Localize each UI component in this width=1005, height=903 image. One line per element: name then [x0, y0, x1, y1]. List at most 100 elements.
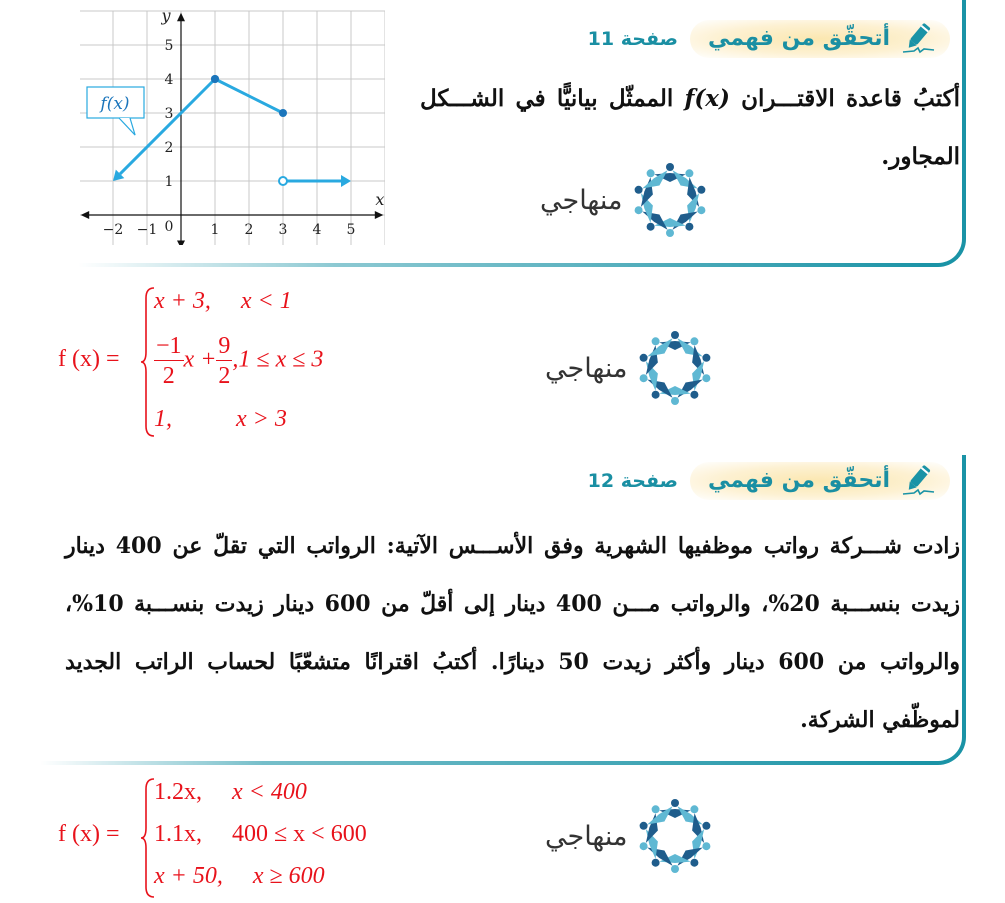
y-axis-label: y — [160, 10, 171, 25]
logo-figure-head — [652, 390, 661, 399]
logo-figure-body — [647, 338, 674, 357]
closed-point — [279, 109, 287, 117]
logo-figure-body — [642, 170, 669, 189]
row-condition: 400 ≤ x < 600 — [232, 821, 367, 847]
y-tick-label: 1 — [165, 174, 174, 190]
question1-header: أتحقّق من فهمي صفحة 11 — [588, 20, 950, 58]
answer1-row-2: −1 2 x +9 2,1 ≤ x ≤ 3 — [154, 334, 323, 388]
logo-figure-head — [652, 337, 661, 346]
question2-text: زادت شـــركة رواتب موظفيها الشهرية وفق ا… — [65, 533, 961, 733]
origin-label: 0 — [165, 219, 174, 235]
logo-figure-head — [702, 374, 711, 383]
row-expression: 1.1x, — [154, 821, 202, 847]
row-expression: x + — [183, 346, 217, 373]
row-condition: x < 1 — [240, 288, 292, 314]
logo-figure-body — [647, 806, 674, 825]
answer2-row-2: 1.1x, 400 ≤ x < 600 — [154, 821, 367, 848]
row-expression: x + 3, — [154, 288, 211, 314]
question1-text-part1: أكتبُ قاعدة الاقتـــران — [729, 85, 960, 112]
logo-figure-head — [702, 821, 711, 830]
x-axis-arrow-icon — [374, 211, 384, 219]
logo-figure-body — [647, 847, 674, 866]
answer2-row-3: x + 50, x ≥ 600 — [154, 863, 325, 890]
logo-figure-head — [652, 858, 661, 867]
answer1-row-1: x + 3, x < 1 — [154, 288, 292, 315]
x-axis-arrow-icon — [80, 211, 90, 219]
pencil-icon — [902, 23, 935, 54]
logo-figure-head — [635, 185, 644, 194]
logo-figure-body — [672, 211, 699, 230]
y-tick-label: 4 — [165, 72, 174, 88]
question1-badge: أتحقّق من فهمي — [690, 20, 950, 58]
logo: منهاجي — [545, 796, 715, 876]
x-axis-label: x — [375, 190, 384, 209]
logo-figure-head — [690, 805, 699, 814]
y-axis-arrow-icon — [177, 12, 185, 22]
logo-figure-head — [666, 163, 675, 171]
logo-figure-head — [702, 353, 711, 362]
question2-header: أتحقّق من فهمي صفحة 12 — [588, 462, 950, 500]
question1-frame-corner — [930, 232, 966, 267]
question2-frame-bottom — [40, 761, 935, 765]
logo-figure-head — [640, 374, 649, 383]
logo-figure-head — [671, 799, 680, 807]
answer1-lhs-text: f (x) = — [58, 346, 120, 372]
logo-figure-head — [671, 331, 680, 339]
logo-figure-head — [685, 169, 694, 178]
logo-icon — [635, 163, 706, 237]
pencil-icon — [902, 465, 935, 496]
row-condition: x ≥ 600 — [252, 863, 325, 889]
logo-figure-body — [672, 170, 699, 189]
row-expression: 1, — [154, 406, 172, 432]
logo-figure-body — [677, 338, 704, 357]
logo: منهاجي — [545, 328, 715, 408]
arrow-head-icon — [341, 175, 351, 187]
logo-figure-head — [671, 865, 680, 873]
logo-icon — [640, 799, 711, 873]
logo-figure-head — [647, 222, 656, 231]
row-condition: ,1 ≤ x ≤ 3 — [232, 346, 324, 373]
logo-figure-head — [690, 390, 699, 399]
logo-figure-head — [647, 169, 656, 178]
answer1-formula: f (x) = x + 3, x < 1 −1 2 x +9 2,1 ≤ x ≤ 3 … — [58, 284, 378, 444]
logo-figure-head — [640, 821, 649, 830]
answer2-lhs-text: f (x) = — [58, 821, 120, 847]
logo-figure-head — [666, 229, 675, 237]
badge-label: أتحقّق من فهمي — [708, 25, 890, 51]
open-point — [278, 176, 288, 186]
x-tick-label: 4 — [313, 222, 322, 238]
closed-point — [211, 75, 219, 83]
logo-figure-head — [635, 206, 644, 215]
logo-figure-head — [697, 206, 706, 215]
callout-pointer — [118, 117, 136, 136]
logo-figure-body — [677, 847, 704, 866]
fraction-denominator: 2 — [162, 363, 175, 389]
y-tick-label: 5 — [165, 38, 174, 54]
callout-label: f(x) — [98, 94, 129, 114]
y-tick-label: 3 — [165, 106, 174, 122]
logo-figure-body — [647, 379, 674, 398]
y-tick-label: 2 — [165, 140, 174, 156]
question2-frame-side — [962, 455, 966, 735]
x-tick-label: 3 — [279, 222, 288, 238]
logo-icon — [640, 331, 711, 405]
logo-text: منهاجي — [545, 820, 628, 852]
fraction-numerator: 9 — [216, 333, 233, 361]
question1-frame-side — [962, 0, 966, 236]
fraction: −1 2 — [154, 334, 184, 388]
logo-figure-head — [671, 397, 680, 405]
answer1-row-3: 1, x > 3 — [154, 406, 287, 433]
x-tick-label: −2 — [103, 222, 124, 238]
x-tick-label: 2 — [245, 222, 254, 238]
x-tick-label: 5 — [347, 222, 356, 238]
answer1-lhs: f (x) = — [58, 346, 120, 373]
function-variable: f(x) — [684, 85, 730, 112]
fraction-numerator: −1 — [154, 333, 184, 361]
question2-badge: أتحقّق من فهمي — [690, 462, 950, 500]
fraction-denominator: 2 — [218, 363, 231, 389]
logo-figure-head — [697, 185, 706, 194]
logo-figure-head — [690, 337, 699, 346]
logo-figure-body — [677, 379, 704, 398]
badge-label: أتحقّق من فهمي — [708, 467, 890, 493]
page-reference: صفحة 11 — [587, 28, 678, 50]
